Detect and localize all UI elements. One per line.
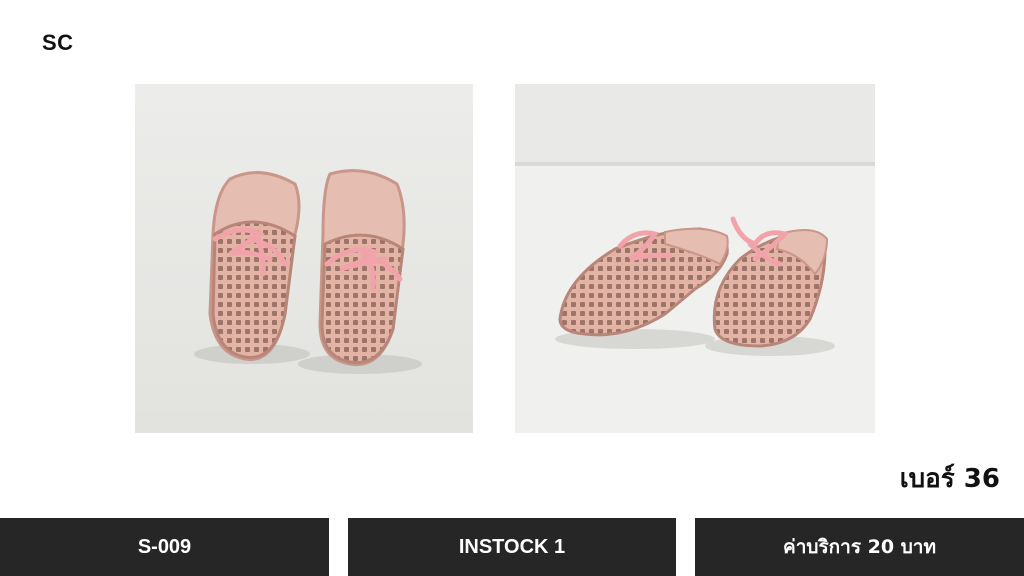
stock-bar: INSTOCK 1 [348, 518, 676, 576]
brand-label: SC [42, 30, 74, 55]
slippers-front-image [135, 84, 473, 433]
product-photo-front [135, 84, 473, 433]
product-code: S-009 [137, 535, 192, 558]
product-photo-side [515, 84, 875, 433]
size-label: เบอร์ 36 [899, 464, 1000, 494]
product-slide: SC เบอร์ 36 S-009 INSTOCK 1 ค่าบริการ 20… [0, 0, 1024, 576]
product-code-bar: S-009 [0, 518, 329, 576]
service-fee: ค่าบริการ 20 บาท [783, 536, 936, 558]
stock-count: INSTOCK 1 [458, 535, 566, 558]
slippers-side-image [515, 84, 875, 433]
service-fee-bar: ค่าบริการ 20 บาท [695, 518, 1024, 576]
